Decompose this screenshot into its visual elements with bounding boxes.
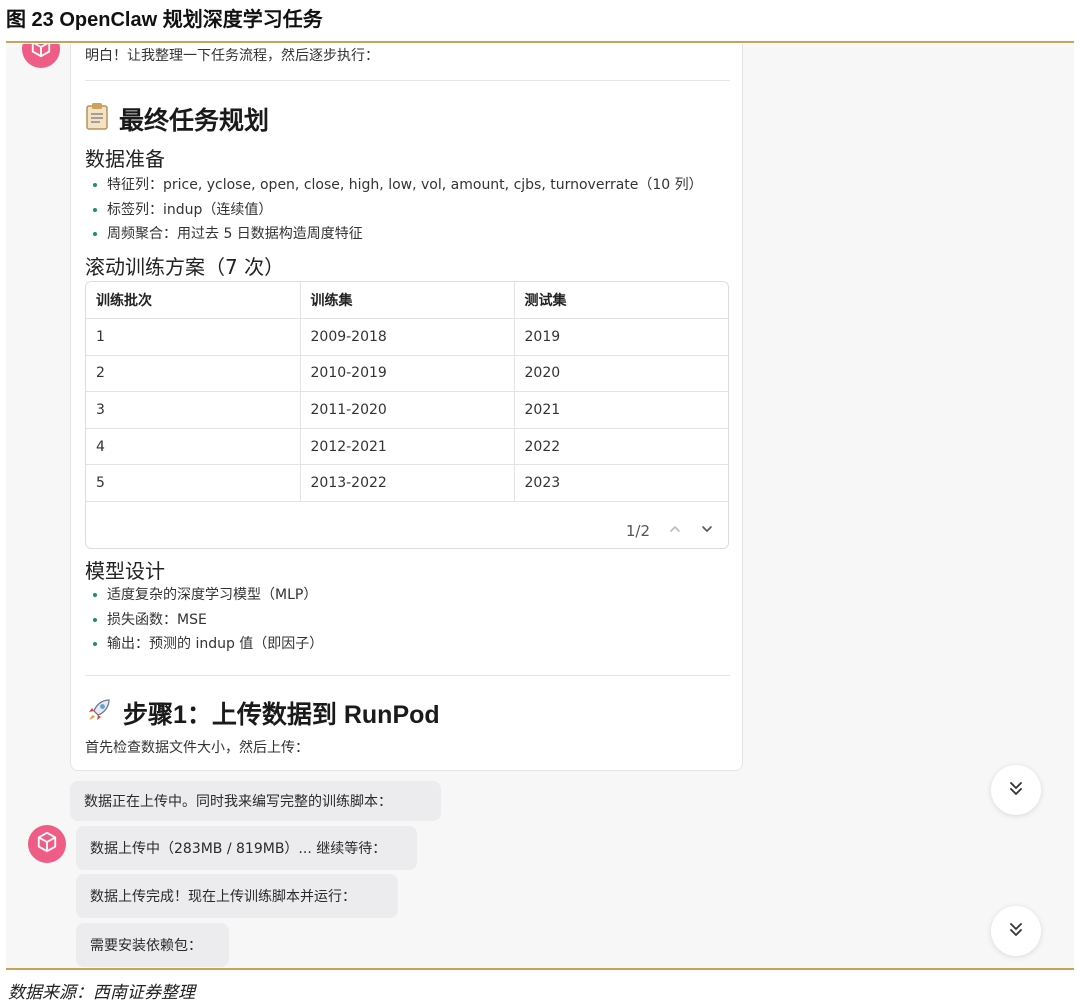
cube-icon [30,44,52,62]
figure-bottom-rule [6,968,1074,970]
list-item: 标签列：indup（连续值） [93,198,703,223]
chat-message: 数据正在上传中。同时我来编写完整的训练脚本： [70,781,441,821]
column-header: 训练集 [300,282,515,320]
figure-source: 数据来源：西南证券整理 [8,983,195,1003]
list-item: 适度复杂的深度学习模型（MLP） [93,583,323,608]
cube-icon [36,831,58,857]
plan-heading-text: 最终任务规划 [119,107,270,135]
divider [85,675,730,676]
table-row: 2 2010-2019 2020 [86,355,728,393]
column-header: 测试集 [514,282,728,320]
chevron-down-icon[interactable] [700,522,714,540]
chat-message: 数据上传完成！现在上传训练脚本并运行： [76,874,398,918]
assistant-message-card: 明白！让我整理一下任务流程，然后逐步执行： 最终任务规划 数据准备 特征列：pr… [70,44,743,771]
divider [85,80,730,81]
rocket-icon [85,696,113,731]
chat-message: 数据上传中（283MB / 819MB）... 继续等待： [76,826,417,870]
table-header-row: 训练批次 训练集 测试集 [86,282,728,320]
assistant-avatar [22,44,60,68]
assistant-avatar [28,825,66,863]
bullet-dot [93,593,97,598]
bullet-dot [93,207,97,212]
bullet-dot [93,183,97,188]
table-row: 1 2009-2018 2019 [86,318,728,356]
clipboard-icon [85,102,109,137]
intro-text: 明白！让我整理一下任务流程，然后逐步执行： [85,48,379,64]
step1-text: 首先检查数据文件大小，然后上传： [85,740,309,756]
figure-top-rule [6,41,1074,43]
model-heading: 模型设计 [85,559,165,583]
table-row: 4 2012-2021 2022 [86,428,728,466]
scroll-to-bottom-button[interactable] [991,906,1041,956]
bullet-dot [93,232,97,237]
data-prep-heading: 数据准备 [85,147,165,171]
table-row: 3 2011-2020 2021 [86,391,728,429]
page-indicator: 1/2 [625,522,650,540]
chevron-up-icon[interactable] [668,522,682,540]
list-item: 周频聚合：用过去 5 日数据构造周度特征 [93,222,703,247]
double-chevron-down-icon [1006,919,1026,943]
double-chevron-down-icon [1006,778,1026,802]
plan-heading: 最终任务规划 [85,101,269,137]
scroll-to-bottom-button[interactable] [991,765,1041,815]
chat-message: 需要安装依赖包： [76,923,229,967]
rolling-heading: 滚动训练方案（7 次） [85,255,285,279]
list-item: 输出：预测的 indup 值（即因子） [93,632,323,657]
list-item: 损失函数：MSE [93,608,323,633]
list-item: 特征列：price, yclose, open, close, high, lo… [93,173,703,198]
model-list: 适度复杂的深度学习模型（MLP） 损失函数：MSE 输出：预测的 indup 值… [93,583,323,657]
table-row: 5 2013-2022 2023 [86,464,728,503]
column-header: 训练批次 [86,282,301,320]
data-prep-list: 特征列：price, yclose, open, close, high, lo… [93,173,703,247]
table-pagination: 1/2 [626,522,714,540]
figure-title: 图 23 OpenClaw 规划深度学习任务 [6,9,323,31]
figure-header: 图 23 OpenClaw 规划深度学习任务 [6,6,1074,44]
bullet-dot [93,642,97,647]
bullet-dot [93,617,97,622]
chat-screen[interactable]: 明白！让我整理一下任务流程，然后逐步执行： 最终任务规划 数据准备 特征列：pr… [6,44,1074,968]
step1-heading: 步骤1：上传数据到 RunPod [85,695,440,731]
rolling-table: 训练批次 训练集 测试集 1 2009-2018 2019 2 2010-2019 20… [85,281,729,549]
step1-heading-text: 步骤1：上传数据到 RunPod [123,701,440,729]
